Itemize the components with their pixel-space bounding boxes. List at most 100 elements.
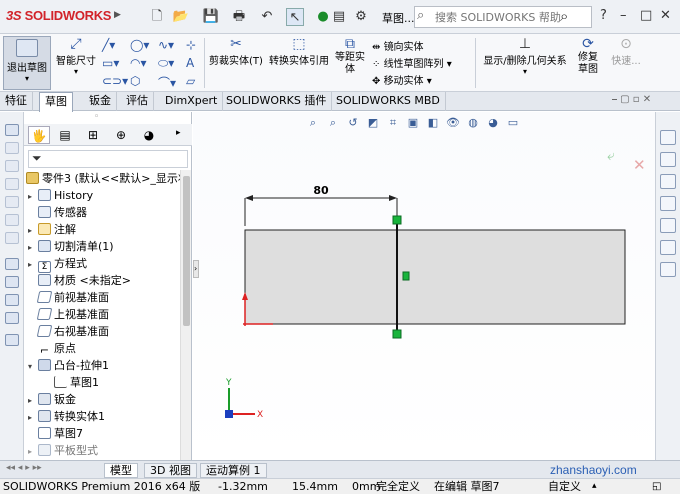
tree-item-right-plane[interactable]: 右视基准面 [28, 323, 109, 340]
search-button-icon[interactable]: ⌕ [560, 7, 568, 25]
custom-properties-icon[interactable] [660, 240, 676, 255]
scrollbar-thumb[interactable] [183, 176, 190, 326]
sweep-icon[interactable] [5, 178, 19, 190]
tab-scroll-arrows-icon[interactable]: ◂◂ ◂ ▸ ▸▸ [6, 463, 42, 473]
panel-controls-icon[interactable]: ⎯ ▢ ▫ ✕ [612, 94, 651, 105]
tree-item-boss-extrude[interactable]: ▾ 凸台-拉伸1 [28, 357, 109, 374]
tree-item-origin[interactable]: ⌐ 原点 [28, 340, 76, 357]
fillet-tool-icon[interactable]: ⌒▾ [158, 74, 176, 91]
fillet-icon[interactable] [5, 232, 19, 244]
dimension-value[interactable]: 80 [313, 184, 329, 197]
status-units[interactable]: 自定义 [548, 479, 581, 494]
plane-tool-icon[interactable]: ▱ [186, 74, 195, 88]
tab-addins[interactable]: SOLIDWORKS 插件 [221, 92, 333, 111]
tree-item-sketch1[interactable]: 草图1 [54, 374, 99, 391]
tab-sketch[interactable]: 草图 [39, 92, 73, 112]
tree-item-front-plane[interactable]: 前视基准面 [28, 289, 109, 306]
circle-tool-icon[interactable]: ◯▾ [130, 38, 149, 52]
tab-features[interactable]: 特征 [0, 92, 33, 111]
polygon-tool-icon[interactable]: ⬡ [130, 74, 140, 88]
minimize-button[interactable]: – [620, 8, 627, 23]
slot-tool-icon[interactable]: ⊂⊃▾ [102, 74, 128, 88]
linear-pattern-button[interactable]: ⁘ 线性草图阵列 ▾ [372, 55, 452, 70]
relation-marker[interactable] [402, 271, 410, 281]
design-library-icon[interactable] [660, 152, 676, 167]
quick-snaps-button[interactable]: ⊙ 快速... [608, 36, 644, 67]
expand-tabs-icon[interactable]: ▸ [176, 128, 181, 138]
trim-entities-button[interactable]: ✂ 剪裁实体(T) [208, 36, 264, 67]
open-icon[interactable]: 📂 [172, 8, 190, 26]
text-tool-icon[interactable]: A [186, 56, 194, 70]
units-dropdown-icon[interactable]: ▴ [592, 479, 597, 494]
relation-marker[interactable] [392, 329, 402, 339]
configuration-manager-tab-icon[interactable]: ⊞ [82, 126, 104, 144]
tree-scrollbar[interactable] [180, 170, 191, 460]
sheet-metal-icon[interactable] [5, 276, 19, 288]
notification-icon[interactable]: ◱ [652, 479, 661, 494]
ellipse-tool-icon[interactable]: ⬭▾ [158, 56, 174, 71]
revolve-icon[interactable] [5, 160, 19, 172]
tree-item-sheet-metal[interactable]: ▸ 钣金 [28, 391, 76, 408]
dimxpert-tab-icon[interactable]: ⊕ [110, 126, 132, 144]
smart-dimension-button[interactable]: ⤢ 智能尺寸 ▾ [54, 36, 98, 76]
loft-icon[interactable] [5, 196, 19, 208]
relation-marker[interactable] [392, 215, 402, 225]
tree-item-equations[interactable]: ▸ Σ 方程式 [28, 255, 87, 273]
tree-item-sensors[interactable]: 传感器 [28, 204, 87, 221]
menu-expand-icon[interactable]: ▶ [114, 10, 121, 20]
display-relations-button[interactable]: ⊥ 显示/删除几何关系 ▾ [480, 36, 570, 76]
select-icon[interactable]: ↖ [286, 8, 304, 26]
tree-root[interactable]: 零件3 (默认<<默认>_显示状 [26, 170, 180, 187]
property-manager-tab-icon[interactable]: ▤ [54, 126, 76, 144]
tree-item-convert-entities[interactable]: ▸ 转换实体1 [28, 408, 105, 425]
repair-sketch-button[interactable]: ⟳ 修复草图 [570, 36, 606, 76]
feature-tree-tab-icon[interactable]: 🖐 [28, 126, 50, 144]
file-explorer-icon[interactable] [660, 174, 676, 189]
file-properties-icon[interactable]: ▤ [330, 8, 348, 26]
print-icon[interactable]: 🖶 [230, 8, 248, 26]
extrude-icon[interactable] [5, 142, 19, 154]
arc-tool-icon[interactable]: ◠▾ [130, 56, 147, 70]
tab-evaluate[interactable]: 评估 [121, 92, 154, 111]
new-icon[interactable]: 🗋 [148, 8, 166, 26]
undo-icon[interactable]: ↶ [258, 8, 276, 26]
line-tool-icon[interactable]: ╱▾ [102, 38, 115, 52]
tree-filter[interactable]: ⏷ [28, 150, 188, 168]
tree-item-top-plane[interactable]: 上视基准面 [28, 306, 109, 323]
graphics-area[interactable]: ⌕ ⌕ ↺ ◩ ⌗ ▣ ◧ 👁 ◍ ◕ ▭ ⤶ ✕ › 80 X Y [193, 112, 655, 460]
help-button[interactable]: ? [600, 8, 607, 23]
forum-icon[interactable] [660, 262, 676, 277]
save-icon[interactable]: 💾 [202, 8, 220, 26]
exit-sketch-button[interactable]: 退出草图 ▾ [3, 36, 51, 90]
options-icon[interactable]: ⚙ [352, 8, 370, 26]
tab-model[interactable]: 模型 [104, 463, 138, 478]
sketch-icon[interactable] [5, 258, 19, 270]
part-icon[interactable] [5, 124, 19, 136]
rectangle-tool-icon[interactable]: ▭▾ [102, 56, 119, 70]
tree-item-flat-pattern[interactable]: ▸ 平板型式 [28, 442, 98, 459]
close-button[interactable]: ✕ [660, 8, 671, 23]
move-entities-button[interactable]: ✥ 移动实体 ▾ [372, 72, 432, 87]
tab-motion-study[interactable]: 运动算例 1 [200, 463, 267, 478]
tree-item-annotations[interactable]: ▸ 注解 [28, 221, 76, 238]
display-manager-tab-icon[interactable]: ◕ [138, 126, 160, 144]
view-palette-icon[interactable] [660, 196, 676, 211]
spline-tool-icon[interactable]: ∿▾ [158, 38, 174, 52]
solidworks-resources-icon[interactable] [660, 130, 676, 145]
tree-item-cut-list[interactable]: ▸ 切割清单(1) [28, 238, 114, 255]
solidworks-logo[interactable]: 3S SOLIDWORKS [6, 8, 111, 23]
panel-grip-icon[interactable]: ◦ [94, 112, 99, 122]
appearances-icon[interactable] [660, 218, 676, 233]
display-icon[interactable] [5, 294, 19, 306]
restore-button[interactable]: □ [640, 8, 652, 23]
sketch-rectangle[interactable] [244, 229, 626, 325]
tab-3d-views[interactable]: 3D 视图 [144, 463, 197, 478]
tab-mbd[interactable]: SOLIDWORKS MBD [331, 92, 446, 111]
point-tool-icon[interactable]: ⊹ [186, 38, 196, 52]
tree-item-material[interactable]: 材质 <未指定> [28, 272, 131, 289]
tree-item-history[interactable]: ▸ History [28, 187, 93, 204]
offset-entities-button[interactable]: ⧉ 等距实体 [334, 36, 366, 76]
evaluate-icon[interactable] [5, 312, 19, 324]
tab-dimxpert[interactable]: DimXpert [160, 92, 224, 111]
view-icon[interactable] [5, 334, 19, 346]
